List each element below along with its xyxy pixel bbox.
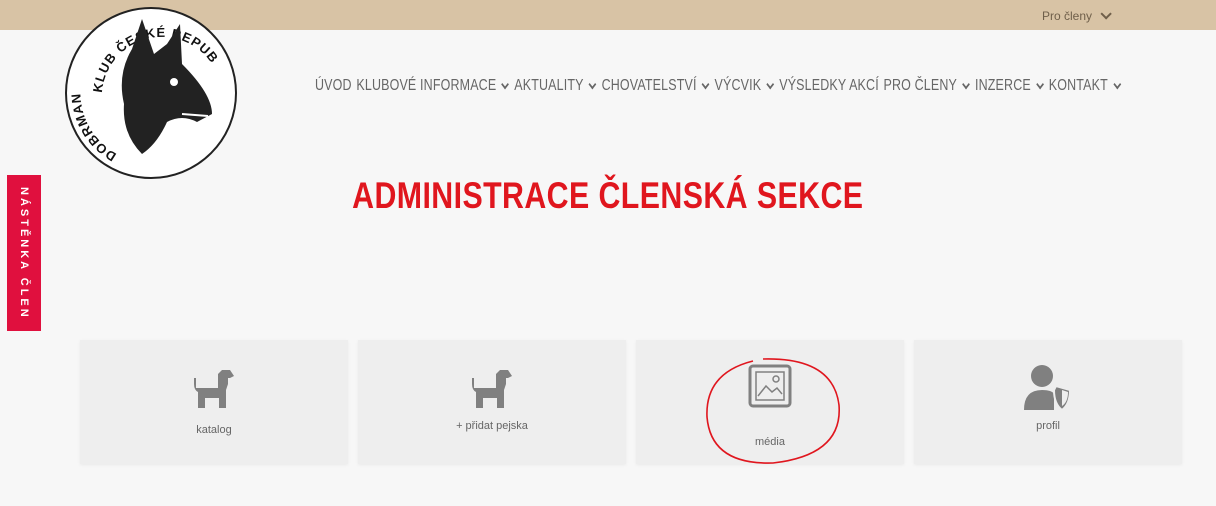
user-shield-icon (1024, 365, 1072, 410)
members-menu-label: Pro členy (1041, 9, 1092, 23)
nav-item-klubove-informace[interactable]: KLUBOVÉ INFORMACE (356, 77, 510, 95)
card-label: katalog (196, 424, 232, 436)
nav-item-pro-cleny[interactable]: PRO ČLENY (883, 77, 970, 95)
nav-item-vysledky-akci[interactable]: VÝSLEDKY AKCÍ (779, 77, 879, 95)
nav-label: VÝSLEDKY AKCÍ (779, 77, 879, 94)
image-icon (748, 364, 792, 408)
page-title-text: ADMINISTRACE ČLENSKÁ SEKCE (352, 175, 864, 216)
nav-item-vycvik[interactable]: VÝCVIK (715, 77, 775, 95)
nav-label: KONTAKT (1048, 77, 1108, 94)
card-profile[interactable]: profil (914, 340, 1182, 464)
chevron-down-icon (1113, 78, 1121, 89)
chevron-down-icon (701, 78, 710, 89)
card-label: + přidat pejska (456, 420, 528, 432)
chevron-down-icon (962, 78, 970, 89)
nav-label: INZERCE (974, 77, 1031, 94)
nav-item-kontakt[interactable]: KONTAKT (1049, 77, 1121, 95)
admin-cards: katalog + přidat pejska média profil (80, 340, 1182, 464)
nav-label: CHOVATELSTVÍ (601, 77, 697, 94)
chevron-down-icon (501, 78, 510, 89)
nav-label: VÝCVIK (714, 77, 762, 94)
card-media[interactable]: média (636, 340, 904, 464)
dog-icon (472, 370, 512, 408)
nav-item-inzerce[interactable]: INZERCE (975, 77, 1044, 95)
chevron-down-icon (766, 78, 775, 89)
chevron-down-icon (588, 78, 597, 89)
main-nav: ÚVOD KLUBOVÉ INFORMACE AKTUALITY CHOVATE… (315, 77, 1126, 95)
nav-item-uvod[interactable]: ÚVOD (315, 77, 352, 95)
chevron-down-icon (1100, 8, 1112, 20)
members-menu[interactable]: Pro členy (1041, 8, 1112, 23)
dog-icon (194, 370, 234, 408)
nav-label: KLUBOVÉ INFORMACE (356, 77, 497, 94)
nav-label: PRO ČLENY (883, 77, 958, 94)
card-add-dog[interactable]: + přidat pejska (358, 340, 626, 464)
card-label: profil (1036, 420, 1060, 432)
card-catalog[interactable]: katalog (80, 340, 348, 464)
card-label: média (755, 436, 785, 448)
nav-label: AKTUALITY (514, 77, 584, 94)
nav-item-chovatelstvi[interactable]: CHOVATELSTVÍ (602, 77, 710, 95)
page-title: ADMINISTRACE ČLENSKÁ SEKCE (0, 175, 1216, 217)
nav-item-aktuality[interactable]: AKTUALITY (514, 77, 597, 95)
nav-label: ÚVOD (315, 77, 352, 94)
club-logo[interactable]: KLUB ČESKÉ REPUBLIKY DOBRMAN (62, 4, 240, 182)
chevron-down-icon (1036, 78, 1044, 89)
